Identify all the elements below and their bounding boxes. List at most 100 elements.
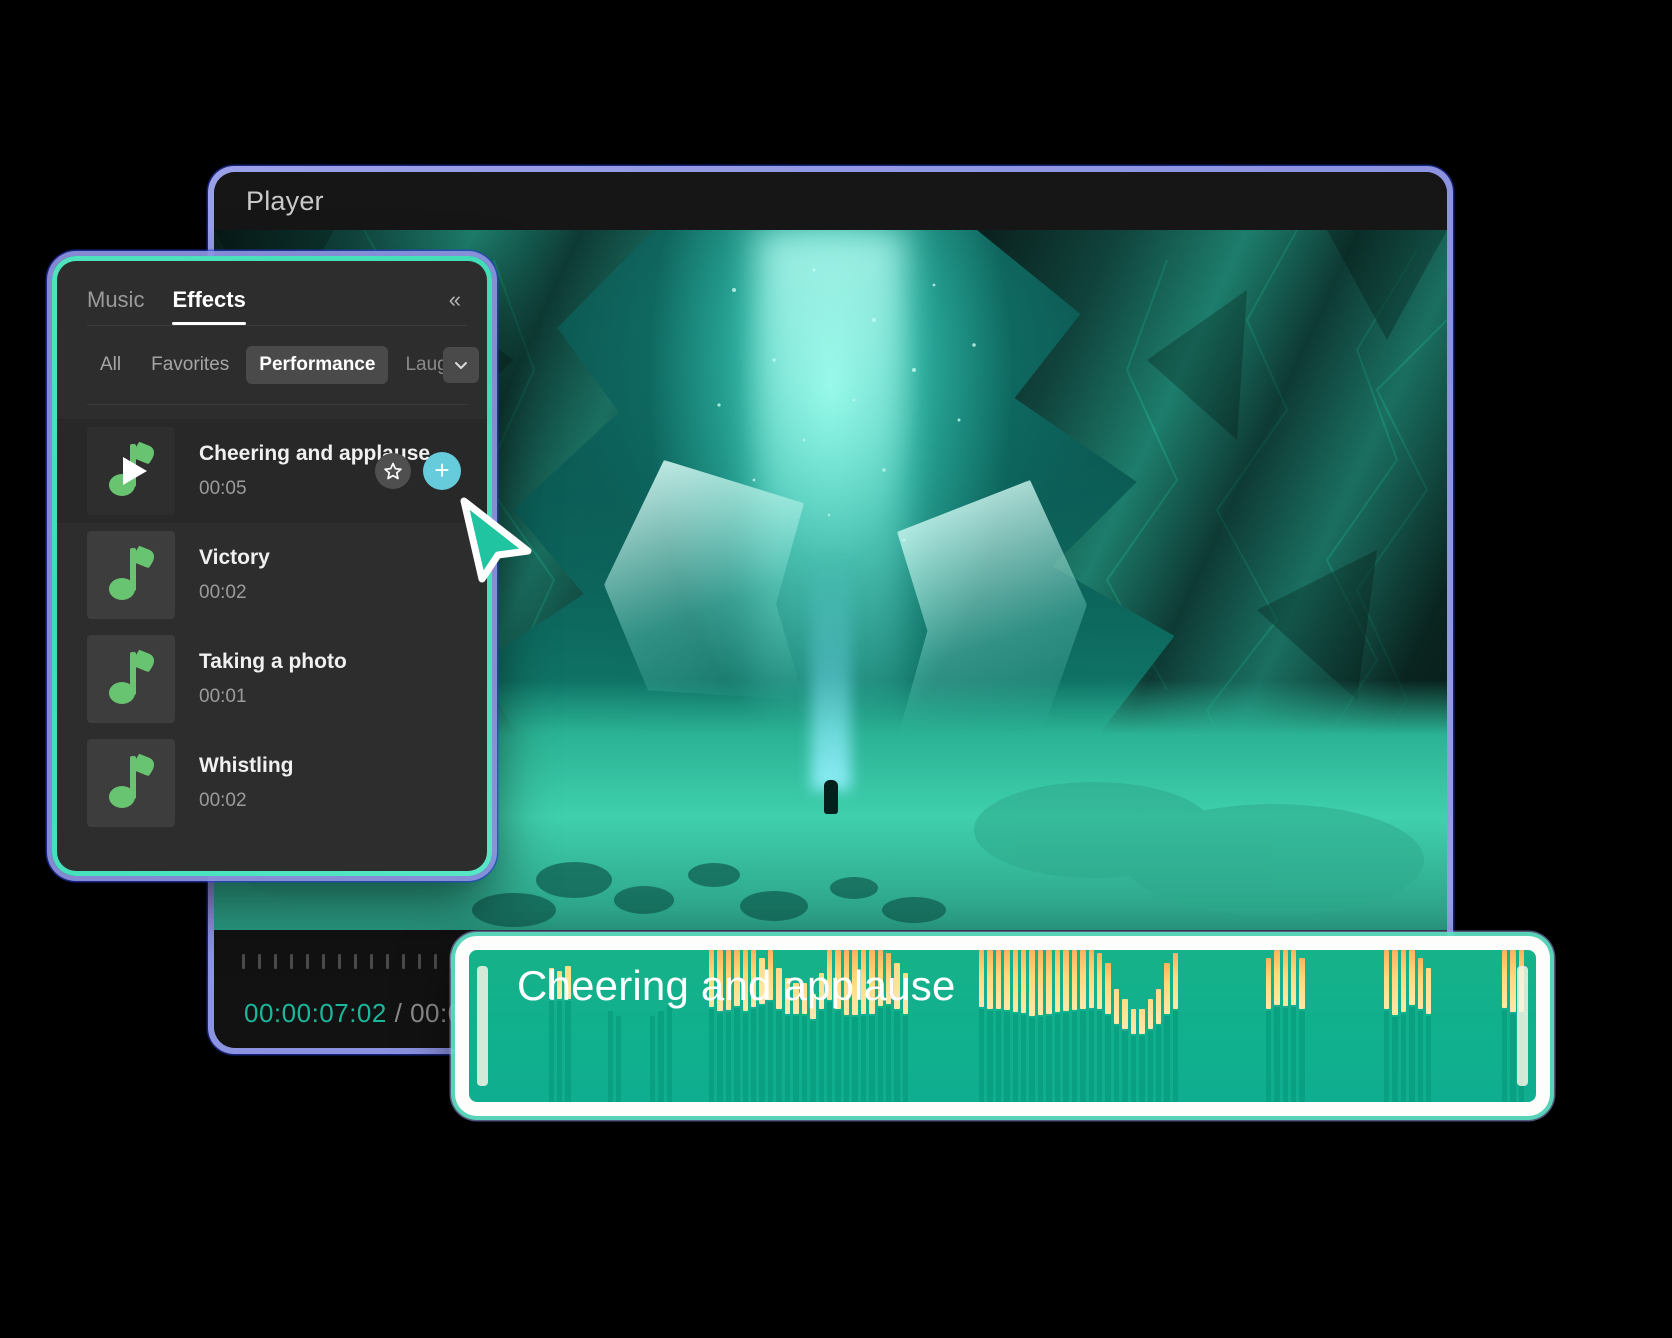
waveform-bar [1257, 950, 1262, 1102]
ruler-tick [242, 954, 245, 969]
waveform-bar [1054, 950, 1061, 1102]
waveform-bar [1130, 950, 1137, 1102]
effects-list: Cheering and applause 00:05 + Victory 00… [57, 405, 487, 835]
waveform-bar [978, 950, 985, 1102]
waveform-bar [1392, 950, 1398, 1102]
waveform-bar [1477, 950, 1482, 1102]
waveform-bar [987, 950, 993, 1102]
waveform-bar [1249, 950, 1254, 1102]
waveform-bar [1426, 950, 1432, 1102]
chevron-down-icon[interactable] [443, 347, 479, 383]
list-item[interactable]: Cheering and applause 00:05 + [57, 419, 487, 523]
star-glyph [384, 462, 402, 480]
effect-row-actions: + [375, 452, 461, 490]
waveform-bar [1215, 950, 1220, 1102]
tab-effects[interactable]: Effects [172, 287, 247, 325]
waveform-bar [1434, 950, 1439, 1102]
waveform-bar [1080, 950, 1086, 1102]
clip-trim-handle-left[interactable] [477, 966, 488, 1086]
waveform-bar [1071, 950, 1078, 1102]
favorite-star-icon[interactable] [375, 453, 411, 489]
ruler-tick [258, 954, 261, 969]
ruler-tick [306, 954, 309, 969]
effect-thumbnail[interactable] [87, 427, 175, 515]
effect-thumbnail[interactable] [87, 635, 175, 723]
waveform-bar [1105, 950, 1111, 1102]
ruler-tick [402, 954, 405, 969]
waveform-bar [1299, 950, 1305, 1102]
waveform-bar [1063, 950, 1069, 1102]
waveform-bar [1367, 950, 1372, 1102]
waveform-bar [1350, 950, 1355, 1102]
add-effect-button[interactable]: + [423, 452, 461, 490]
waveform-bar [1291, 950, 1297, 1102]
waveform-bar [970, 950, 975, 1102]
tab-music[interactable]: Music [87, 287, 144, 325]
waveform-bar [1417, 950, 1423, 1102]
waveform-bar [1494, 950, 1499, 1102]
waveform-bar [1308, 950, 1313, 1102]
waveform-bar [1316, 950, 1321, 1102]
waveform-bar [1029, 950, 1035, 1102]
waveform-bar [1172, 950, 1179, 1102]
audio-clip-body: Cheering and applause [469, 950, 1536, 1102]
play-icon[interactable] [123, 457, 147, 485]
effect-thumbnail[interactable] [87, 531, 175, 619]
effect-meta: Taking a photo 00:01 [199, 650, 347, 708]
ruler-tick [434, 954, 437, 969]
waveform-bar [498, 950, 503, 1102]
screenshot-root: Player 00:00:07:02 / Music Effects « All… [0, 0, 1672, 1338]
waveform-bar [995, 950, 1002, 1102]
waveform-bar [1207, 950, 1212, 1102]
hiker-silhouette [823, 780, 838, 814]
filter-chip-performance[interactable]: Performance [246, 346, 389, 384]
timecode-separator: / [394, 998, 403, 1028]
music-note-icon [109, 649, 159, 704]
ruler-tick [290, 954, 293, 969]
ruler-tick [450, 954, 453, 969]
list-item[interactable]: Taking a photo 00:01 [57, 627, 487, 731]
music-note-icon [109, 545, 159, 600]
player-titlebar: Player [214, 172, 1447, 230]
effect-meta: Whistling 00:02 [199, 754, 293, 812]
music-note-icon [109, 753, 159, 808]
effects-panel-body: Music Effects « All Favorites Performanc… [57, 261, 487, 871]
waveform-bar [1409, 950, 1415, 1102]
category-filters: All Favorites Performance Laugh [57, 326, 487, 404]
waveform-bar [1088, 950, 1094, 1102]
effect-duration: 00:02 [199, 790, 247, 811]
waveform-bar [1181, 950, 1186, 1102]
effect-meta: Victory 00:02 [199, 546, 270, 604]
waveform-bar [1342, 950, 1347, 1102]
effect-duration: 00:01 [199, 686, 247, 707]
list-item[interactable]: Whistling 00:02 [57, 731, 487, 835]
waveform-bar [1037, 950, 1044, 1102]
panel-tabs: Music Effects « [57, 261, 487, 325]
waveform-bar [1468, 950, 1473, 1102]
waveform-bar [1122, 950, 1128, 1102]
waveform-bar [1325, 950, 1330, 1102]
collapse-panel-icon[interactable]: « [449, 289, 461, 311]
audio-clip-card[interactable]: Cheering and applause [455, 936, 1550, 1116]
waveform-bar [1139, 950, 1145, 1102]
waveform-bar [1240, 950, 1245, 1102]
waveform-bar [1232, 950, 1237, 1102]
waveform-bar [1265, 950, 1272, 1102]
list-item[interactable]: Victory 00:02 [57, 523, 487, 627]
ruler-tick [322, 954, 325, 969]
waveform-bar [962, 950, 967, 1102]
waveform-bar [1383, 950, 1390, 1102]
ruler-tick [338, 954, 341, 969]
waveform-bar [1147, 950, 1153, 1102]
timecode-current: 00:00:07:02 [244, 998, 387, 1028]
waveform-bar [1400, 950, 1407, 1102]
waveform-bar [1004, 950, 1010, 1102]
effect-thumbnail[interactable] [87, 739, 175, 827]
clip-title: Cheering and applause [517, 962, 956, 1009]
filter-chip-all[interactable]: All [87, 346, 134, 384]
waveform-bar [1224, 950, 1229, 1102]
filter-chip-favorites[interactable]: Favorites [138, 346, 242, 384]
clip-trim-handle-right[interactable] [1517, 966, 1528, 1086]
waveform-bar [1375, 950, 1380, 1102]
page-title: Player [246, 185, 324, 216]
